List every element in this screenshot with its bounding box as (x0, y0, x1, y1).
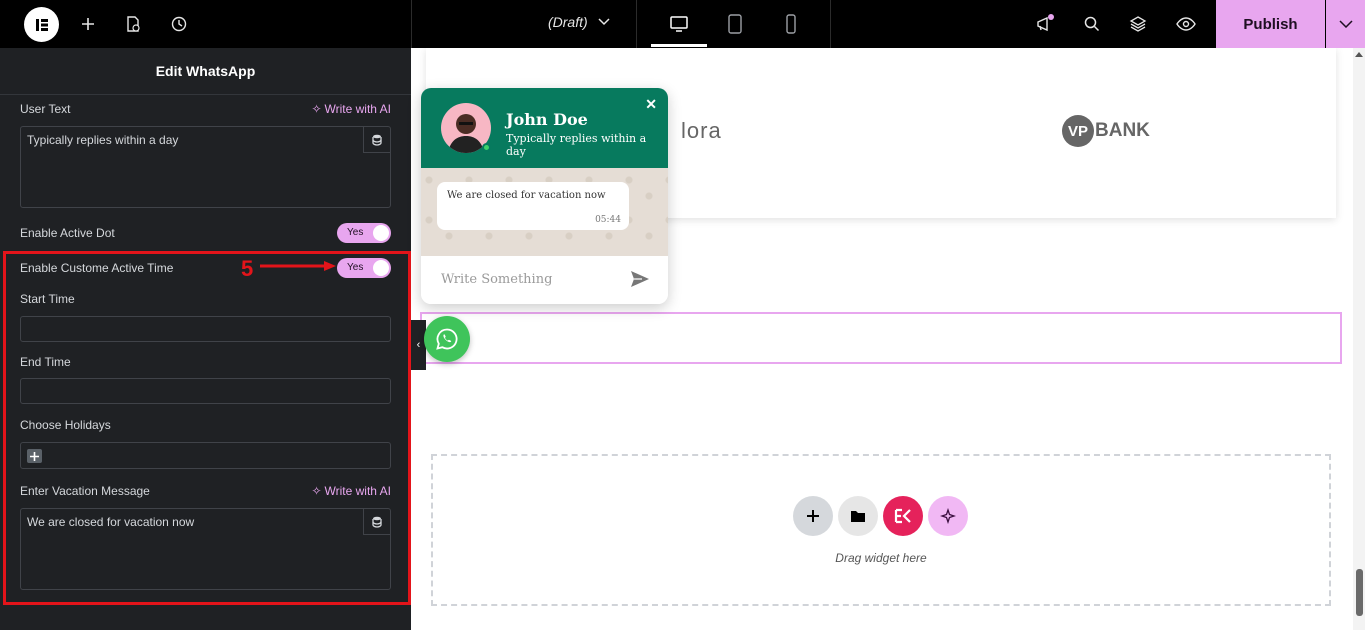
publish-options-button[interactable] (1326, 0, 1365, 48)
active-dot-toggle[interactable]: Yes (337, 223, 391, 243)
drop-zone[interactable] (431, 454, 1331, 606)
active-device-indicator (651, 44, 707, 47)
search-icon[interactable] (1076, 8, 1108, 40)
layers-icon[interactable] (1122, 8, 1154, 40)
message-time: 05:44 (595, 215, 621, 225)
chevron-down-icon (1338, 20, 1353, 28)
drag-widget-text: Drag widget here (835, 551, 927, 565)
contact-name: John Doe (506, 110, 588, 129)
history-icon[interactable] (163, 8, 195, 40)
ai-sparkle-icon (940, 508, 956, 524)
scroll-up-icon[interactable] (1355, 52, 1363, 57)
ai-sparkle-icon: ✧ (311, 102, 322, 116)
elementor-logo-icon[interactable] (24, 7, 59, 42)
draft-label: (Draft) (548, 14, 588, 30)
preview-eye-icon[interactable] (1170, 8, 1202, 40)
chat-input-area[interactable]: Write Something (421, 256, 668, 304)
partner-logo-text: lora (681, 118, 722, 143)
elementskit-button[interactable] (883, 496, 923, 536)
panel-title: Edit WhatsApp (0, 48, 411, 95)
whatsapp-launcher-button[interactable] (424, 316, 470, 362)
active-dot (482, 143, 491, 152)
chevron-down-icon (598, 18, 610, 26)
canvas-scrollbar[interactable] (1353, 48, 1365, 630)
collapse-panel-button[interactable]: ‹ (411, 320, 426, 370)
chat-header: John Doe Typically replies within a day … (421, 88, 668, 168)
whatsapp-chat-popup: John Doe Typically replies within a day … (421, 88, 668, 304)
user-text-label: User Text (20, 102, 71, 116)
add-section-button[interactable] (793, 496, 833, 536)
template-library-button[interactable] (838, 496, 878, 536)
elementskit-icon (894, 508, 911, 524)
chat-body: We are closed for vacation now 05:44 (421, 168, 668, 256)
user-text-textarea[interactable]: Typically replies within a day (20, 126, 391, 208)
announcements-icon[interactable] (1029, 8, 1061, 40)
top-bar: (Draft) Publish (0, 0, 1365, 48)
page-settings-icon[interactable] (117, 8, 149, 40)
message-input[interactable]: Write Something (441, 272, 552, 287)
chevron-left-icon: ‹ (416, 339, 421, 351)
scrollbar-thumb[interactable] (1356, 569, 1363, 616)
close-icon[interactable]: ✕ (645, 96, 657, 113)
draft-dropdown[interactable]: (Draft) (548, 14, 610, 30)
mobile-view-icon[interactable] (775, 8, 807, 40)
send-icon[interactable] (630, 270, 650, 288)
publish-button[interactable]: Publish (1216, 0, 1325, 48)
desktop-view-icon[interactable] (663, 8, 695, 40)
tablet-view-icon[interactable] (719, 8, 751, 40)
dynamic-tags-icon[interactable] (363, 127, 390, 153)
enable-active-dot-label: Enable Active Dot (20, 226, 115, 240)
ai-sparkle-button[interactable] (928, 496, 968, 536)
folder-icon (851, 511, 865, 522)
whatsapp-icon (436, 328, 458, 350)
add-element-icon[interactable] (72, 8, 104, 40)
write-with-ai-link[interactable]: ✧ Write with AI (311, 102, 391, 116)
highlight-annotation-box (3, 251, 411, 605)
selected-widget-outline[interactable] (420, 312, 1342, 364)
vpbank-logo: VP BANK (1062, 115, 1150, 147)
contact-status: Typically replies within a day (506, 132, 647, 158)
message-bubble: We are closed for vacation now 05:44 (437, 182, 629, 230)
